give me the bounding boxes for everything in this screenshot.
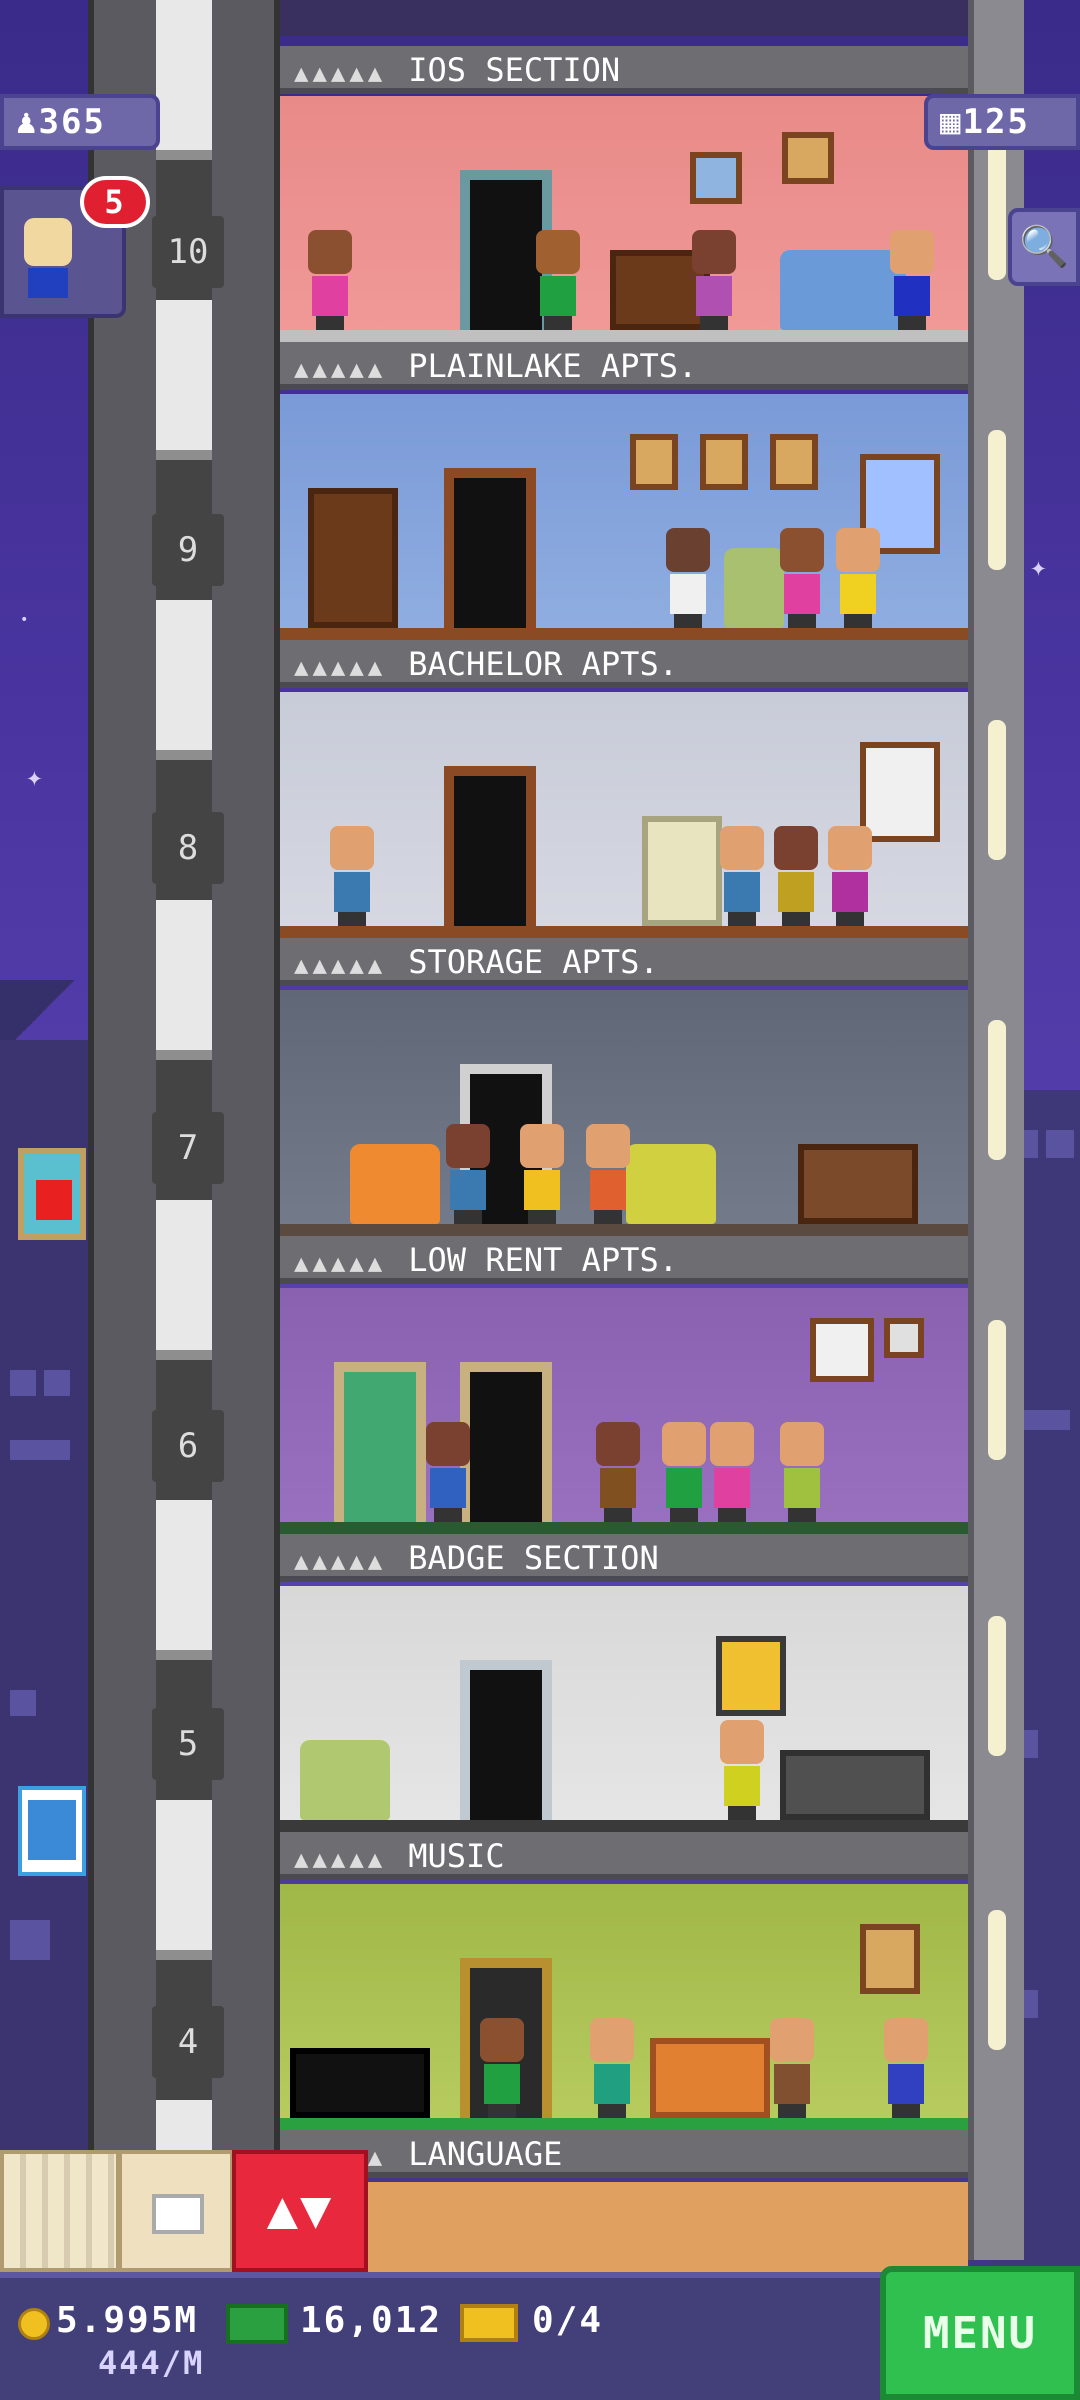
tenant[interactable] — [536, 230, 580, 330]
pillar-light — [988, 140, 1006, 280]
tenant[interactable] — [828, 826, 872, 926]
tenant[interactable] — [596, 1422, 640, 1522]
person-icon: ♟ — [16, 102, 39, 142]
floor-storage-apts[interactable]: ▲▲▲▲▲ STORAGE APTS. — [280, 692, 968, 990]
floor-number-6: 6 — [152, 1410, 224, 1482]
building-icon: ▦ — [940, 102, 963, 142]
coins-rate: 444/M — [98, 2344, 205, 2382]
tenant[interactable] — [330, 826, 374, 926]
floor-number-4: 4 — [152, 2006, 224, 2078]
floor-number-7: 7 — [152, 1112, 224, 1184]
elevator-button[interactable]: ▲▼ — [232, 2150, 368, 2272]
side-note-icon[interactable] — [18, 1786, 86, 1876]
side-ad-fries-icon[interactable] — [18, 1148, 86, 1240]
visitor-avatar — [24, 218, 72, 266]
floor-badge-section[interactable]: ▲▲▲▲▲ BADGE SECTION — [280, 1288, 968, 1586]
notification-badge: 5 — [80, 176, 150, 228]
floor-number-8: 8 — [152, 812, 224, 884]
floor-label: ▲▲▲▲▲ BADGE SECTION — [280, 1534, 968, 1582]
tenant[interactable] — [308, 230, 352, 330]
population-counter[interactable]: ♟365 — [0, 94, 160, 150]
tenant[interactable] — [720, 1720, 764, 1820]
box-icon — [152, 2194, 204, 2234]
tenant[interactable] — [446, 1124, 490, 1224]
floor-number-9: 9 — [152, 514, 224, 586]
coin-icon — [18, 2308, 50, 2340]
pillar-light — [988, 1616, 1006, 1756]
tenant[interactable] — [884, 2018, 928, 2118]
tenant[interactable] — [720, 826, 764, 926]
floor-label: ▲▲▲▲▲ IOS SECTION — [280, 46, 968, 94]
search-icon: 🔍 — [1019, 224, 1069, 270]
pillar-light — [988, 1020, 1006, 1160]
star-decoration: ✦ — [26, 760, 43, 793]
tenant[interactable] — [586, 1124, 630, 1224]
pillar-light — [988, 1910, 1006, 2050]
floor-label: ▲▲▲▲▲ LOW RENT APTS. — [280, 1236, 968, 1284]
floor-bachelor-apts[interactable]: ▲▲▲▲▲ BACHELOR APTS. — [280, 394, 968, 692]
tenant[interactable] — [590, 2018, 634, 2118]
visitor-avatar-body — [28, 268, 68, 298]
tenant[interactable] — [780, 1422, 824, 1522]
floor-label: ▲▲▲▲▲ STORAGE APTS. — [280, 938, 968, 986]
star-decoration: • — [20, 612, 29, 628]
bux-icon — [226, 2304, 288, 2344]
tickets-value: 0/4 — [532, 2300, 604, 2341]
search-button[interactable]: 🔍 — [1008, 208, 1080, 286]
coins-value: 5.995M — [56, 2300, 199, 2341]
floor-partial[interactable] — [280, 2182, 968, 2272]
tenant[interactable] — [520, 1124, 564, 1224]
elevator-cable — [156, 0, 212, 2210]
floor-ios-section[interactable]: ▲▲▲▲▲ IOS SECTION — [280, 0, 968, 96]
menu-button[interactable]: MENU — [880, 2266, 1080, 2400]
floor-label: ▲▲▲▲▲LANGUAGE — [280, 2130, 968, 2178]
tenant[interactable] — [692, 230, 736, 330]
pillar-light — [988, 1320, 1006, 1460]
floor-music[interactable]: ▲▲▲▲▲ MUSIC — [280, 1586, 968, 1884]
floor-label: ▲▲▲▲▲ PLAINLAKE APTS. — [280, 342, 968, 390]
star-decoration: ✦ — [1030, 550, 1047, 583]
pillar-light — [988, 720, 1006, 860]
floor-low-rent-apts[interactable]: ▲▲▲▲▲ LOW RENT APTS. — [280, 990, 968, 1288]
tenant[interactable] — [774, 826, 818, 926]
fries-icon — [36, 1180, 72, 1220]
floor-language[interactable]: ▲▲▲▲▲LANGUAGE — [280, 1884, 968, 2182]
stack-button[interactable] — [0, 2150, 120, 2272]
floor-label: ▲▲▲▲▲ BACHELOR APTS. — [280, 640, 968, 688]
tenant[interactable] — [666, 528, 710, 628]
tenant[interactable] — [780, 528, 824, 628]
tenant[interactable] — [770, 2018, 814, 2118]
tenant[interactable] — [890, 230, 934, 330]
storage-button[interactable] — [118, 2150, 234, 2272]
floors-counter[interactable]: ▦125 — [924, 94, 1080, 150]
ticket-icon — [460, 2304, 518, 2342]
tenant[interactable] — [426, 1422, 470, 1522]
bux-value: 16,012 — [300, 2300, 443, 2341]
tenant[interactable] — [480, 2018, 524, 2118]
floor-number-5: 5 — [152, 1708, 224, 1780]
pillar-light — [988, 430, 1006, 570]
elevator-shaft[interactable] — [88, 0, 280, 2210]
tenant[interactable] — [662, 1422, 706, 1522]
tenant[interactable] — [710, 1422, 754, 1522]
floor-number-10: 10 — [152, 216, 224, 288]
floor-plainlake-apts[interactable]: ▲▲▲▲▲ PLAINLAKE APTS. — [280, 96, 968, 394]
floor-label: ▲▲▲▲▲ MUSIC — [280, 1832, 968, 1880]
tenant[interactable] — [836, 528, 880, 628]
